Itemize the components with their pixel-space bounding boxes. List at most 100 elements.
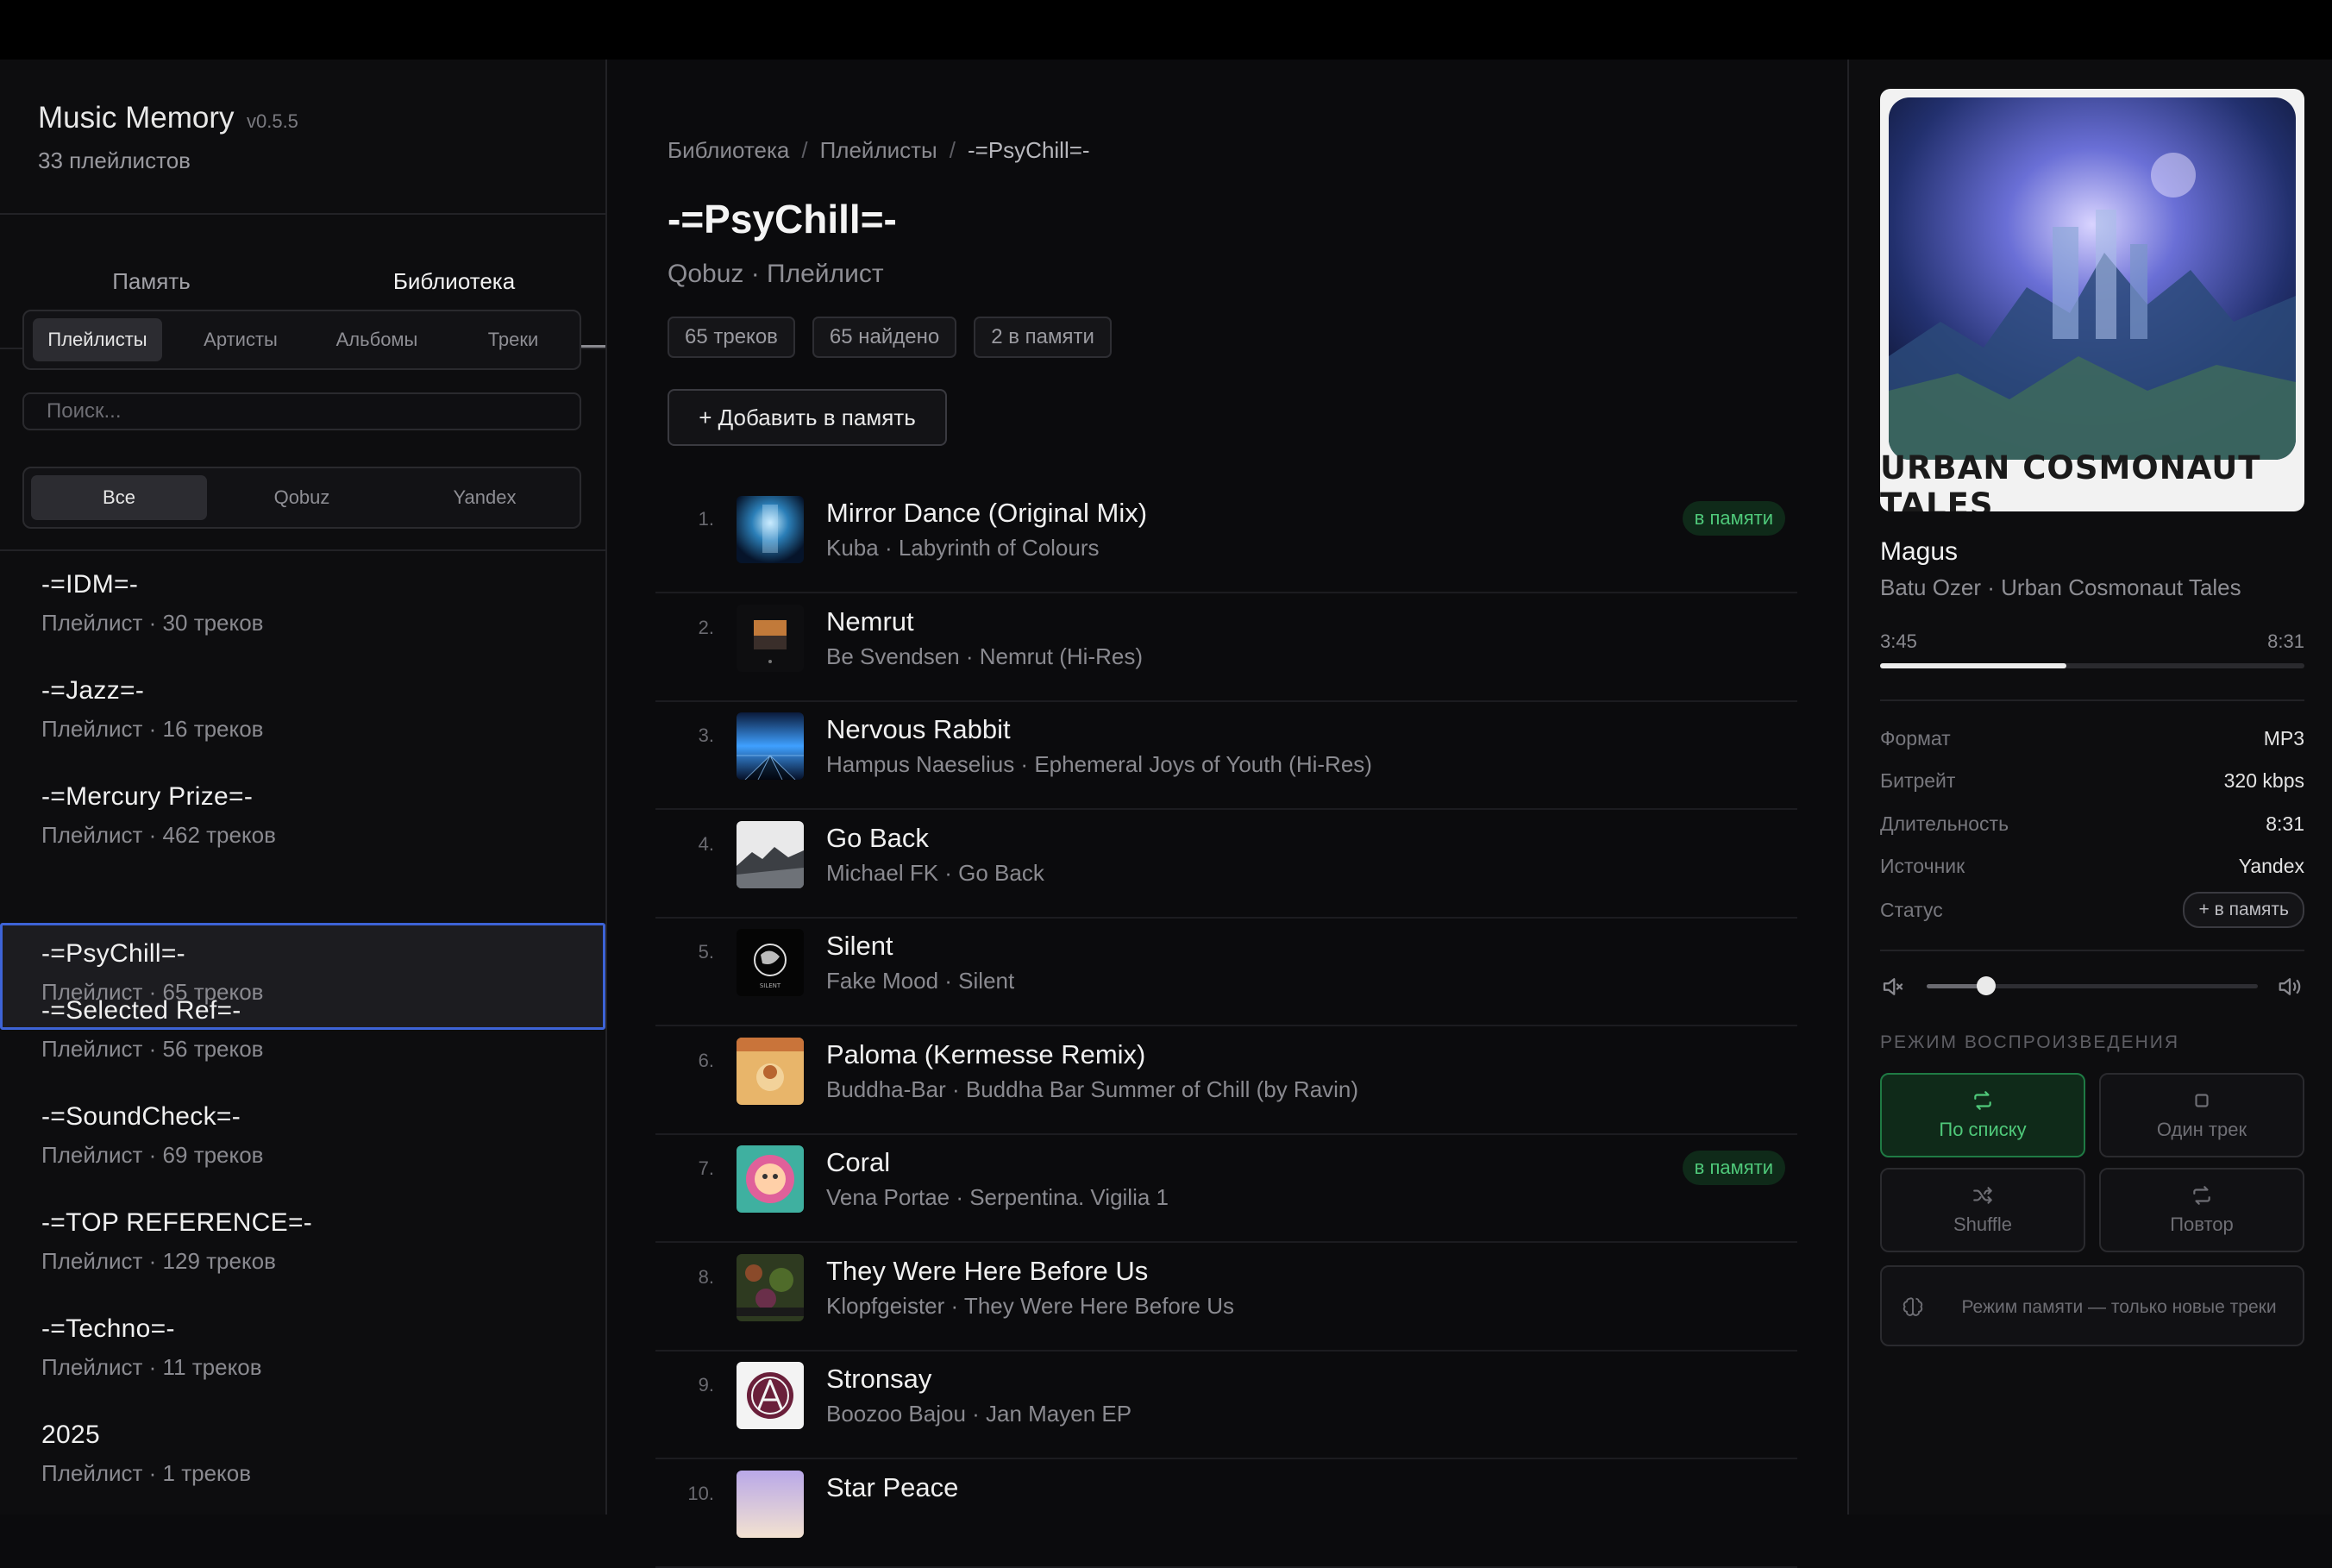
source-filter: Все Qobuz Yandex: [22, 467, 581, 529]
filter-artists[interactable]: Артисты: [176, 318, 305, 361]
volume-control: [1880, 969, 2304, 1003]
now-playing-panel: URBAN COSMONAUT TALES Magus Batu Ozer · …: [1847, 60, 2332, 1515]
source-yandex[interactable]: Yandex: [397, 475, 573, 520]
playlist-meta: Плейлист · 30 треков: [41, 610, 264, 636]
in-memory-badge: в памяти: [1682, 501, 1785, 536]
filter-tracks[interactable]: Треки: [448, 318, 578, 361]
playlist-meta: Плейлист · 1 треков: [41, 1460, 252, 1486]
track-row[interactable]: 3. Nervous Rabbit Hampus Naeselius · Ephem…: [655, 700, 1797, 810]
memory-mode-button[interactable]: Режим памяти — только новые треки: [1880, 1265, 2304, 1346]
playlist-item[interactable]: -=Techno=- Плейлист · 11 треков: [0, 1301, 605, 1408]
track-artwork: [737, 820, 804, 888]
track-artist-album: Buddha-Bar · Buddha Bar Summer of Chill …: [826, 1076, 1359, 1102]
mode-repeat-button[interactable]: Повтор: [2099, 1168, 2304, 1252]
playlist-name: -=PsyChill=-: [41, 939, 185, 968]
svg-text:SILENT: SILENT: [760, 982, 781, 989]
playlist-meta: Плейлист · 56 треков: [41, 1036, 264, 1062]
playlist-item[interactable]: -=Jazz=- Плейлист · 16 треков: [0, 662, 605, 769]
track-artist-album: Kuba · Labyrinth of Colours: [826, 535, 1100, 561]
elapsed-time: 3:45: [1880, 630, 1917, 652]
track-row[interactable]: 1. Mirror Dance (Original Mix) Kuba · Laby…: [655, 484, 1797, 593]
track-title: Star Peace: [826, 1471, 959, 1502]
track-row[interactable]: 9. Stronsay Boozoo Bajou · Jan Mayen EP: [655, 1350, 1797, 1459]
brain-icon: [1903, 1297, 1923, 1316]
track-number: 2.: [698, 616, 714, 638]
track-title: Stronsay: [826, 1364, 932, 1394]
volume-slider[interactable]: [1927, 976, 2258, 995]
info-bitrate: Битрейт 320 kbps: [1880, 763, 2304, 798]
track-artwork: [737, 1145, 804, 1213]
library-type-filter: Плейлисты Артисты Альбомы Треки: [22, 310, 581, 370]
breadcrumb-library[interactable]: Библиотека: [668, 137, 789, 164]
progress-bar[interactable]: [1880, 663, 2304, 668]
playlist-name: -=Techno=-: [41, 1314, 175, 1343]
track-row[interactable]: 5. SILENT Silent Fake Mood · Silent: [655, 917, 1797, 1026]
mute-icon[interactable]: [1880, 974, 1906, 1000]
mode-label: Один трек: [2156, 1119, 2247, 1140]
track-artwork: [737, 1037, 804, 1105]
playlist-stats: 65 треков 65 найдено 2 в памяти: [668, 317, 1112, 358]
playlist-item[interactable]: -=SoundCheck=- Плейлист · 69 треков: [0, 1088, 605, 1195]
breadcrumb-playlists[interactable]: Плейлисты: [820, 137, 937, 164]
progress-fill: [1880, 663, 2067, 668]
mode-label: Shuffle: [1953, 1214, 2013, 1235]
breadcrumb-separator: /: [949, 137, 956, 163]
playlist-item[interactable]: -=Mercury Prize=- Плейлист · 462 треков: [0, 768, 605, 875]
playlist-item[interactable]: -=Selected Ref=- Плейлист · 56 треков: [0, 982, 605, 1089]
app-version: v0.5.5: [246, 110, 298, 132]
track-artwork: [737, 496, 804, 563]
breadcrumb-separator: /: [801, 137, 808, 163]
add-to-memory-button[interactable]: + Добавить в память: [668, 389, 947, 446]
shuffle-icon: [1973, 1187, 1992, 1204]
track-row[interactable]: 2. Nemrut Be Svendsen · Nemrut (Hi-Res): [655, 593, 1797, 702]
track-artwork: [737, 1470, 804, 1538]
track-number: 3.: [698, 724, 714, 746]
info-label: Источник: [1880, 854, 1965, 877]
track-row[interactable]: 6. Paloma (Kermesse Remix) Buddha-Bar · Bu…: [655, 1025, 1797, 1135]
track-row[interactable]: 7. Coral Vena Portae · Serpentina. Vigilia…: [655, 1133, 1797, 1243]
playlist-name: -=IDM=-: [41, 570, 139, 599]
mode-in-order-button[interactable]: По списку: [1880, 1073, 2085, 1157]
track-row[interactable]: 10. Star Peace: [655, 1458, 1797, 1568]
source-all[interactable]: Все: [31, 475, 207, 520]
playlist-meta: Плейлист · 129 треков: [41, 1248, 276, 1274]
playlist-name: 2025: [41, 1421, 100, 1449]
info-duration: Длительность 8:31: [1880, 806, 2304, 841]
source-qobuz[interactable]: Qobuz: [214, 475, 390, 520]
info-value: MP3: [2263, 726, 2304, 750]
cover-title-text: URBAN COSMONAUT TALES: [1880, 449, 2261, 511]
volume-max-icon[interactable]: [2277, 974, 2303, 1000]
playlist-name: -=Mercury Prize=-: [41, 782, 254, 811]
mode-label: Повтор: [2170, 1214, 2234, 1235]
mode-shuffle-button[interactable]: Shuffle: [1880, 1168, 2085, 1252]
track-artwork: SILENT: [737, 929, 804, 996]
playlist-item[interactable]: 2025 Плейлист · 1 треков: [0, 1407, 605, 1514]
track-number: 6.: [698, 1049, 714, 1071]
track-title: Paloma (Kermesse Remix): [826, 1038, 1146, 1069]
track-artwork: [737, 1253, 804, 1321]
playlist-name: -=Selected Ref=-: [41, 996, 241, 1025]
playlist-name: -=Jazz=-: [41, 676, 145, 705]
playlist-item[interactable]: -=TOP REFERENCE=- Плейлист · 129 треков: [0, 1195, 605, 1301]
playlist-meta: Плейлист · 69 треков: [41, 1142, 264, 1168]
memory-mode-label: Режим памяти — только новые треки: [1961, 1297, 2277, 1317]
volume-knob[interactable]: [1977, 976, 1997, 995]
page-title: -=PsyChill=-: [668, 197, 897, 241]
playlist-item[interactable]: -=IDM=- Плейлист · 30 треков: [0, 556, 605, 663]
page-subtitle: Qobuz · Плейлист: [668, 260, 884, 288]
divider: [0, 549, 605, 551]
playlist-name: -=TOP REFERENCE=-: [41, 1208, 313, 1237]
track-artist-album: Fake Mood · Silent: [826, 968, 1015, 994]
playlist-meta: Плейлист · 462 треков: [41, 822, 276, 848]
search-input[interactable]: [22, 392, 581, 430]
track-row[interactable]: 4. Go Back Michael FK · Go Back: [655, 809, 1797, 919]
filter-playlists[interactable]: Плейлисты: [33, 318, 162, 361]
track-row[interactable]: 8. They Were Here Before Us Klopfgeister ·…: [655, 1242, 1797, 1352]
app: Music Memory v0.5.5 33 плейлистов Память…: [0, 60, 2332, 1568]
playlist-meta: Плейлист · 16 треков: [41, 716, 264, 742]
mode-single-track-button[interactable]: Один трек: [2099, 1073, 2304, 1157]
stat-badge: 65 найдено: [812, 317, 957, 358]
app-title: Music Memory: [38, 101, 235, 135]
add-to-memory-pill[interactable]: + в память: [2183, 892, 2304, 928]
filter-albums[interactable]: Альбомы: [312, 318, 442, 361]
